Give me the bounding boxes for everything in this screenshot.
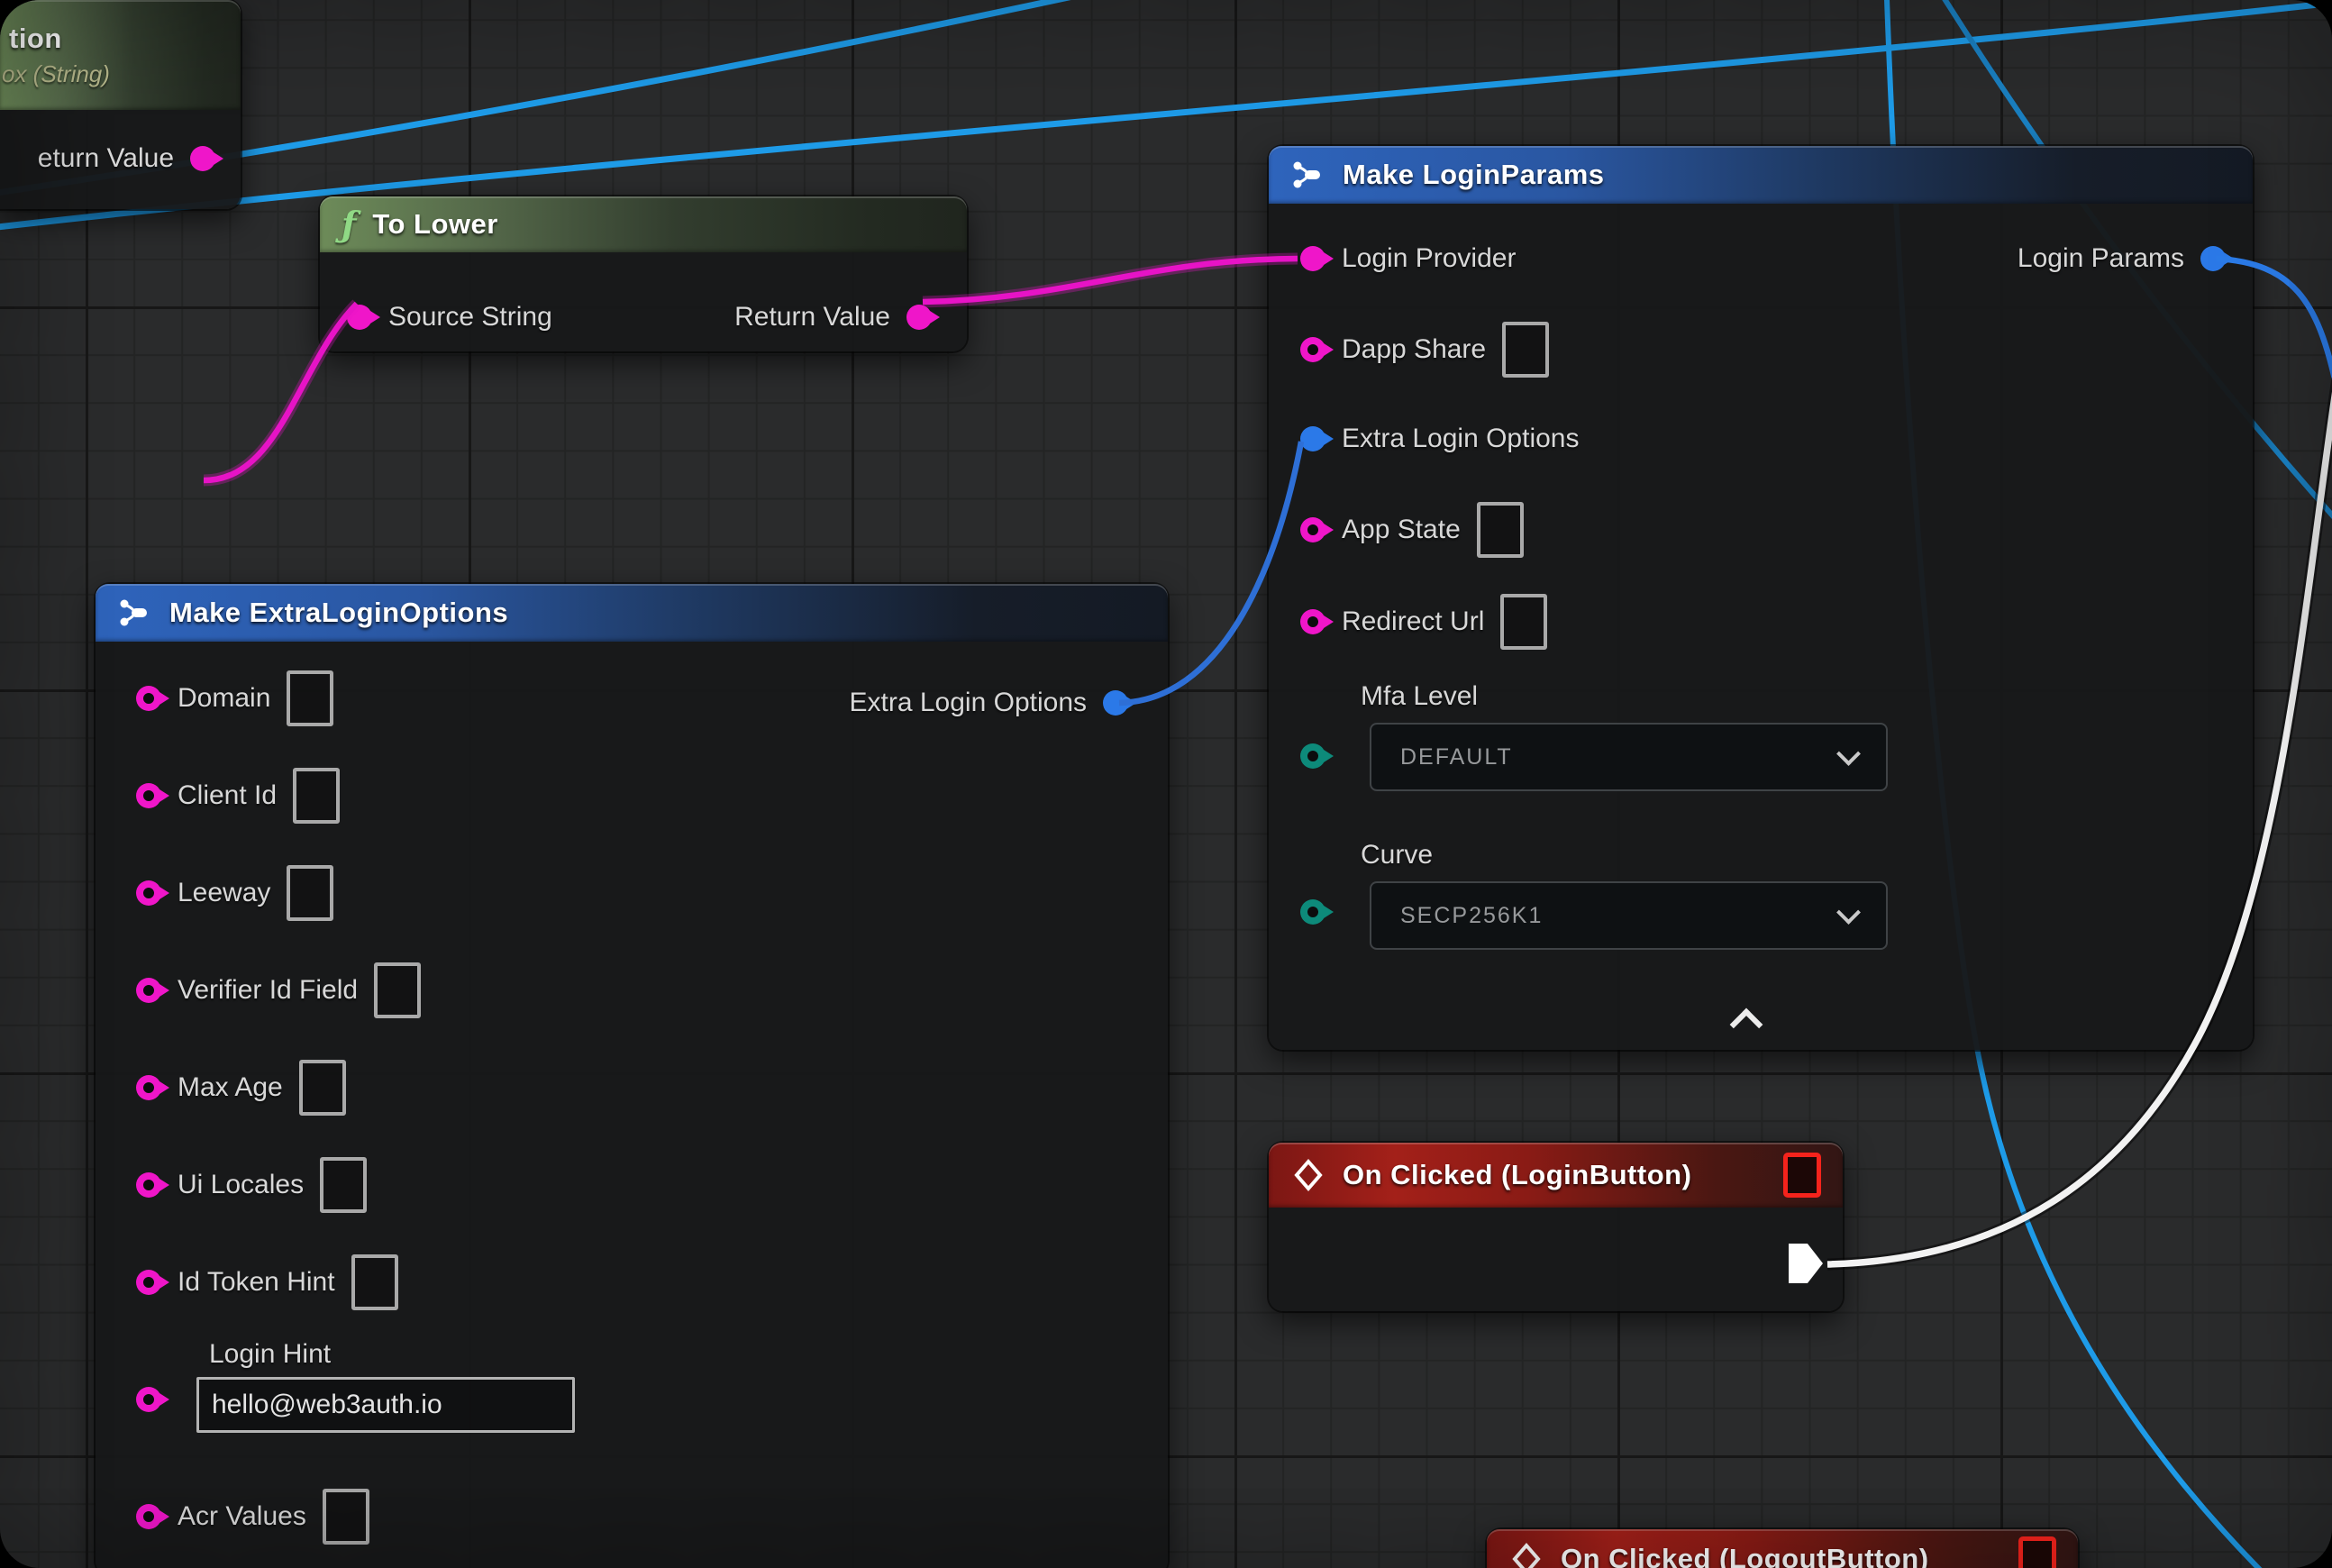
checkbox-acr-values[interactable] bbox=[323, 1489, 369, 1545]
input-pin-source-string[interactable] bbox=[347, 305, 372, 330]
pin-label: Source String bbox=[388, 302, 552, 333]
dropdown-value: SECP256K1 bbox=[1400, 903, 1543, 929]
checkbox-verifier-id-field[interactable] bbox=[374, 962, 421, 1018]
checkbox-redirect-url[interactable] bbox=[1500, 594, 1547, 650]
output-pin-login-params[interactable] bbox=[2200, 246, 2226, 271]
node-make-login-params[interactable]: Make LoginParams Login Provider Dapp Sha… bbox=[1269, 146, 2253, 1050]
input-pin-acr-values[interactable] bbox=[136, 1504, 161, 1529]
input-pin-extra-login-options[interactable] bbox=[1300, 426, 1325, 451]
pin-label: Curve bbox=[1361, 840, 1433, 871]
mfa-level-dropdown[interactable]: DEFAULT bbox=[1370, 723, 1888, 791]
function-icon: ƒ bbox=[342, 207, 356, 242]
delegate-square-icon[interactable] bbox=[2018, 1536, 2056, 1568]
input-pin-ui-locales[interactable] bbox=[136, 1172, 161, 1198]
input-pin-leeway[interactable] bbox=[136, 880, 161, 906]
checkbox-domain[interactable] bbox=[287, 670, 333, 726]
node-title: On Clicked (LogoutButton) bbox=[1561, 1543, 1929, 1568]
pin-label: Login Provider bbox=[1342, 243, 1516, 274]
pin-label: Extra Login Options bbox=[850, 688, 1087, 718]
exec-output-pin[interactable] bbox=[1789, 1244, 1823, 1283]
curve-dropdown[interactable]: SECP256K1 bbox=[1370, 881, 1888, 950]
node-title: On Clicked (LoginButton) bbox=[1343, 1159, 1691, 1191]
pin-label: Ui Locales bbox=[178, 1170, 304, 1200]
checkbox-leeway[interactable] bbox=[287, 865, 333, 921]
pin-label: Max Age bbox=[178, 1072, 283, 1103]
pin-label: App State bbox=[1342, 515, 1461, 545]
pin-label: Return Value bbox=[734, 302, 890, 333]
graph-canvas[interactable]: tion ox (String) eturn Value ƒ To Lower … bbox=[0, 0, 2332, 1568]
node-header[interactable]: tion ox (String) bbox=[0, 0, 241, 110]
input-pin-client-id[interactable] bbox=[136, 783, 161, 808]
input-pin-login-provider[interactable] bbox=[1300, 246, 1325, 271]
pin-label: eturn Value bbox=[38, 143, 174, 174]
pin-label: Acr Values bbox=[178, 1501, 306, 1532]
checkbox-dapp-share[interactable] bbox=[1502, 322, 1549, 378]
node-header[interactable]: Make LoginParams bbox=[1269, 146, 2253, 204]
input-pin-app-state[interactable] bbox=[1300, 517, 1325, 542]
pin-label: Client Id bbox=[178, 780, 277, 811]
input-pin-max-age[interactable] bbox=[136, 1075, 161, 1100]
pin-label: Verifier Id Field bbox=[178, 975, 358, 1006]
pin-label: Domain bbox=[178, 683, 270, 714]
node-to-lower[interactable]: ƒ To Lower Source String Return Value bbox=[320, 196, 967, 351]
input-pin-domain[interactable] bbox=[136, 686, 161, 711]
struct-icon bbox=[117, 595, 153, 631]
checkbox-max-age[interactable] bbox=[299, 1060, 346, 1116]
node-header[interactable]: On Clicked (LoginButton) bbox=[1269, 1143, 1843, 1208]
input-pin-curve[interactable] bbox=[1300, 899, 1325, 925]
pin-label: Extra Login Options bbox=[1342, 424, 1579, 454]
node-header[interactable]: ƒ To Lower bbox=[320, 196, 967, 252]
collapse-chevron-icon[interactable] bbox=[1730, 1008, 1763, 1042]
pin-label: Login Hint bbox=[209, 1339, 575, 1370]
node-make-extra-login-options[interactable]: Make ExtraLoginOptions Domain Client Id … bbox=[96, 584, 1168, 1568]
node-title: Make ExtraLoginOptions bbox=[169, 597, 508, 629]
node-title: To Lower bbox=[372, 208, 497, 241]
input-pin-redirect-url[interactable] bbox=[1300, 609, 1325, 634]
pin-label: Leeway bbox=[178, 878, 270, 908]
pin-label: Mfa Level bbox=[1361, 681, 1478, 712]
checkbox-ui-locales[interactable] bbox=[320, 1157, 367, 1213]
node-on-clicked-login-button[interactable]: On Clicked (LoginButton) bbox=[1269, 1143, 1843, 1311]
node-on-clicked-logout-button[interactable]: On Clicked (LogoutButton) bbox=[1487, 1529, 2078, 1568]
node-title: tion bbox=[9, 23, 62, 55]
login-hint-input[interactable]: hello@web3auth.io bbox=[196, 1377, 575, 1433]
node-header[interactable]: Make ExtraLoginOptions bbox=[96, 584, 1168, 642]
pin-label: Dapp Share bbox=[1342, 334, 1486, 365]
pin-label: Id Token Hint bbox=[178, 1267, 335, 1298]
checkbox-client-id[interactable] bbox=[293, 768, 340, 824]
output-pin-return-value[interactable] bbox=[906, 305, 932, 330]
checkbox-app-state[interactable] bbox=[1477, 502, 1524, 558]
output-pin-return-value[interactable] bbox=[190, 146, 215, 171]
event-icon bbox=[1290, 1157, 1326, 1193]
login-hint-value: hello@web3auth.io bbox=[212, 1390, 442, 1420]
dropdown-value: DEFAULT bbox=[1400, 744, 1513, 770]
chevron-down-icon bbox=[1836, 900, 1861, 925]
checkbox-id-token-hint[interactable] bbox=[351, 1254, 398, 1310]
struct-icon bbox=[1290, 157, 1326, 193]
pin-label: Login Params bbox=[2018, 243, 2184, 274]
input-pin-dapp-share[interactable] bbox=[1300, 337, 1325, 362]
node-get-selected-option[interactable]: tion ox (String) eturn Value bbox=[0, 0, 241, 209]
event-icon bbox=[1508, 1541, 1544, 1568]
input-pin-verifier-id-field[interactable] bbox=[136, 978, 161, 1003]
output-pin-extra-login-options[interactable] bbox=[1103, 690, 1128, 716]
chevron-down-icon bbox=[1836, 742, 1861, 766]
input-pin-mfa-level[interactable] bbox=[1300, 743, 1325, 769]
input-pin-id-token-hint[interactable] bbox=[136, 1270, 161, 1295]
delegate-square-icon[interactable] bbox=[1783, 1153, 1821, 1198]
pin-label: Redirect Url bbox=[1342, 606, 1484, 637]
input-pin-login-hint[interactable] bbox=[136, 1387, 161, 1412]
node-title: Make LoginParams bbox=[1343, 159, 1605, 191]
node-subtitle: ox (String) bbox=[2, 60, 110, 88]
node-header[interactable]: On Clicked (LogoutButton) bbox=[1487, 1529, 2078, 1568]
